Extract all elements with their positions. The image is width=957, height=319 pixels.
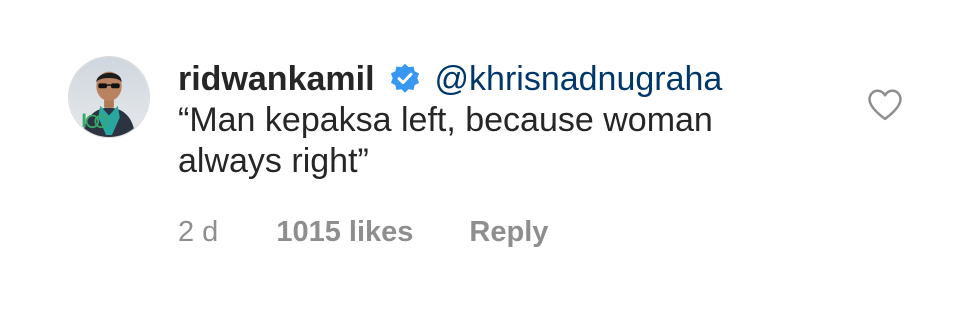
comment-text: “Man kepaksa left, because woman always … (178, 101, 713, 180)
comment-body: ridwankamil @khrisnadnugraha “Man kepaks… (178, 58, 858, 182)
avatar[interactable] (68, 56, 150, 138)
verified-badge-icon (389, 63, 421, 95)
comment: ridwankamil @khrisnadnugraha “Man kepaks… (0, 0, 957, 319)
likes-count[interactable]: 1015 likes (276, 212, 413, 252)
comment-time: 2 d (178, 216, 219, 248)
mention-link[interactable]: @khrisnadnugraha (435, 58, 723, 100)
comment-meta: 2 d 1015 likes Reply (178, 212, 548, 252)
reply-button[interactable]: Reply (469, 212, 548, 252)
comment-header: ridwankamil @khrisnadnugraha (178, 58, 858, 100)
avatar-photo (69, 57, 149, 137)
heart-outline-icon[interactable] (866, 88, 904, 122)
username[interactable]: ridwankamil (178, 58, 375, 100)
